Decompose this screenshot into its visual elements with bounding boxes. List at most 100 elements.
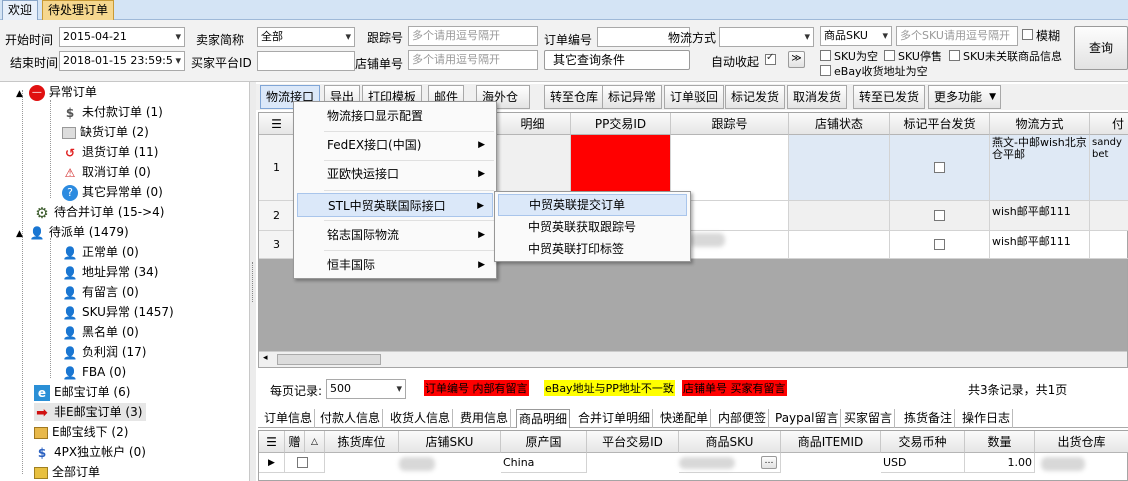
submenu-submit-order[interactable]: 中贸英联提交订单 [498, 194, 687, 216]
grid-header-mark-platform[interactable]: 标记平台发货 [890, 113, 990, 135]
store-no-input[interactable]: 多个请用逗号隔开 [408, 50, 538, 70]
grid-header-extra[interactable]: 付 [1090, 113, 1128, 135]
tab-product-detail[interactable]: 商品明细 [516, 409, 571, 428]
tab-welcome[interactable]: 欢迎 [2, 0, 39, 20]
tree-item-normal[interactable]: 👤 正常单 (0) [62, 243, 139, 261]
detail-header-gift[interactable]: 赠 [285, 431, 305, 453]
horizontal-scrollbar[interactable]: ◂ [259, 351, 1127, 367]
tab-operation-log[interactable]: 操作日志 [960, 409, 1014, 428]
tab-internal-note[interactable]: 内部便签 [716, 409, 770, 428]
mark-shipped-button[interactable]: 标记发货 [725, 85, 786, 109]
mark-exception-button[interactable]: 标记异常 [602, 85, 663, 109]
submenu-print-label[interactable]: 中贸英联打印标签 [498, 238, 687, 260]
tree-label: 异常订单 [48, 85, 97, 99]
tab-payer-info[interactable]: 付款人信息 [318, 409, 384, 428]
tree-item-to-merge[interactable]: ⚙ 待合并订单 (15->4) [34, 203, 164, 221]
menu-item-yaou[interactable]: 亚欧快运接口 ▶ [297, 162, 493, 186]
collapse-toggle-icon[interactable]: ≫ [788, 51, 805, 68]
tree-item-non-eub-orders[interactable]: ➡ 非E邮宝订单 (3) [34, 403, 147, 421]
tab-pending-orders[interactable]: 待处理订单 [42, 0, 115, 20]
tab-express[interactable]: 快递配单 [658, 409, 712, 428]
legend-red: 订单编号 内部有留言 [424, 380, 529, 396]
reject-order-button[interactable]: 订单驳回 [664, 85, 725, 109]
submenu-get-tracking[interactable]: 中贸英联获取跟踪号 [498, 216, 687, 238]
tab-merge-detail[interactable]: 合并订单明细 [576, 409, 654, 428]
move-to-shipped-button[interactable]: 转至已发货 [853, 85, 926, 109]
sku-empty-checkbox[interactable] [820, 50, 831, 61]
tree-item-exception-orders[interactable]: ▲ — 异常订单 [16, 83, 97, 101]
detail-header-location[interactable]: 拣货库位 [325, 431, 399, 453]
tree-item-cancelled[interactable]: ⚠ 取消订单 (0) [62, 163, 151, 181]
fuzzy-checkbox[interactable] [1022, 29, 1033, 40]
tree-item-eub-orders[interactable]: e E邮宝订单 (6) [34, 383, 130, 401]
grid-header-menu-icon[interactable]: ☰ [259, 113, 295, 135]
menu-item-stl[interactable]: STL中贸英联国际接口 ▶ [297, 193, 493, 217]
tree-item-returns[interactable]: ↺ 退货订单 (11) [62, 143, 158, 161]
tree-item-eub-offline[interactable]: E邮宝线下 (2) [34, 423, 128, 441]
tab-paypal-message[interactable]: Paypal留言 [773, 409, 842, 428]
tree-item-blacklist[interactable]: 👤 黑名单 (0) [62, 323, 139, 341]
buyer-platform-input[interactable] [257, 51, 355, 71]
tab-picking-note[interactable]: 拣货备注 [902, 409, 956, 428]
detail-header-trade-id[interactable]: 平台交易ID [587, 431, 679, 453]
mark-platform-checkbox[interactable] [934, 162, 945, 173]
tree-item-all-orders[interactable]: 全部订单 [34, 463, 100, 481]
tree-item-sku-exception[interactable]: 👤 SKU异常 (1457) [62, 303, 174, 321]
menu-item-hengfeng[interactable]: 恒丰国际 ▶ [297, 253, 493, 277]
grid-header-menu-icon[interactable]: ☰ [259, 431, 285, 453]
detail-header-itemid[interactable]: 商品ITEMID [781, 431, 881, 453]
detail-header-currency[interactable]: 交易币种 [881, 431, 965, 453]
tab-fee-info[interactable]: 费用信息 [458, 409, 512, 428]
grid-header-shipping[interactable]: 物流方式 [990, 113, 1090, 135]
tree-item-fba[interactable]: 👤 FBA (0) [62, 363, 127, 381]
mark-platform-checkbox[interactable] [934, 210, 945, 221]
other-query-button[interactable]: 其它查询条件 [544, 50, 690, 70]
seller-select[interactable]: 全部 [257, 27, 355, 47]
tab-order-info[interactable]: 订单信息 [262, 409, 316, 428]
tree-item-to-dispatch[interactable]: ▲ 👤 待派单 (1479) [16, 223, 129, 241]
tree-item-other-exception[interactable]: ? 其它异常单 (0) [62, 183, 163, 201]
tracking-input[interactable]: 多个请用逗号隔开 [408, 26, 538, 46]
tab-buyer-message[interactable]: 买家留言 [842, 409, 896, 428]
scrollbar-thumb[interactable] [277, 354, 381, 365]
detail-header-store-sku[interactable]: 店铺SKU [399, 431, 501, 453]
shipping-select[interactable] [719, 27, 814, 47]
gift-checkbox[interactable] [297, 457, 308, 468]
query-button[interactable]: 查询 [1074, 26, 1128, 70]
tree-item-address-exception[interactable]: 👤 地址异常 (34) [62, 263, 159, 281]
mark-platform-checkbox[interactable] [934, 239, 945, 250]
splitter[interactable] [250, 82, 256, 481]
sort-icon[interactable]: △ [305, 431, 325, 453]
tree-item-unpaid[interactable]: $ 未付款订单 (1) [62, 103, 163, 121]
sku-type-select[interactable]: 商品SKU [820, 26, 892, 46]
start-time-input[interactable]: 2015-04-21 [59, 27, 185, 47]
grid-header-pp-id[interactable]: PP交易ID [571, 113, 671, 135]
tree-item-out-of-stock[interactable]: 缺货订单 (2) [62, 123, 149, 141]
tree-item-has-message[interactable]: 👤 有留言 (0) [62, 283, 139, 301]
per-page-select[interactable]: 500 [326, 379, 406, 399]
sku-more-button[interactable]: … [761, 456, 777, 469]
tree-item-4px-account[interactable]: $4PX独立帐户 (0) [34, 443, 146, 461]
sku-stopped-checkbox[interactable] [884, 50, 895, 61]
cancel-shipping-button[interactable]: 取消发货 [787, 85, 848, 109]
menu-item-fedex[interactable]: FedEX接口(中国) ▶ [297, 133, 493, 157]
menu-item-mingzhi[interactable]: 铭志国际物流 ▶ [297, 223, 493, 247]
ebay-addr-empty-checkbox[interactable] [820, 65, 831, 76]
more-functions-button[interactable]: 更多功能 ▼ [928, 85, 1002, 109]
grid-header-store-status[interactable]: 店铺状态 [789, 113, 890, 135]
tab-receiver-info[interactable]: 收货人信息 [388, 409, 454, 428]
detail-header-sku[interactable]: 商品SKU [679, 431, 781, 453]
transfer-warehouse-button[interactable]: 转至仓库 [544, 85, 605, 109]
tree-item-negative-profit[interactable]: 👤 负利润 (17) [62, 343, 147, 361]
detail-header-qty[interactable]: 数量 [965, 431, 1035, 453]
grid-header-tracking[interactable]: 跟踪号 [671, 113, 789, 135]
detail-header-warehouse[interactable]: 出货仓库 [1035, 431, 1128, 453]
sku-input[interactable]: 多个SKU请用逗号隔开 [896, 26, 1018, 46]
grid-header-detail[interactable]: 明细 [495, 113, 571, 135]
scroll-left-icon[interactable]: ◂ [263, 353, 268, 363]
end-time-input[interactable]: 2018-01-15 23:59:5 [59, 51, 185, 71]
menu-item-config[interactable]: 物流接口显示配置 [297, 104, 493, 128]
auto-collapse-checkbox[interactable] [765, 52, 776, 65]
detail-header-country[interactable]: 原产国 [501, 431, 587, 453]
sku-unlinked-checkbox[interactable] [949, 50, 960, 61]
